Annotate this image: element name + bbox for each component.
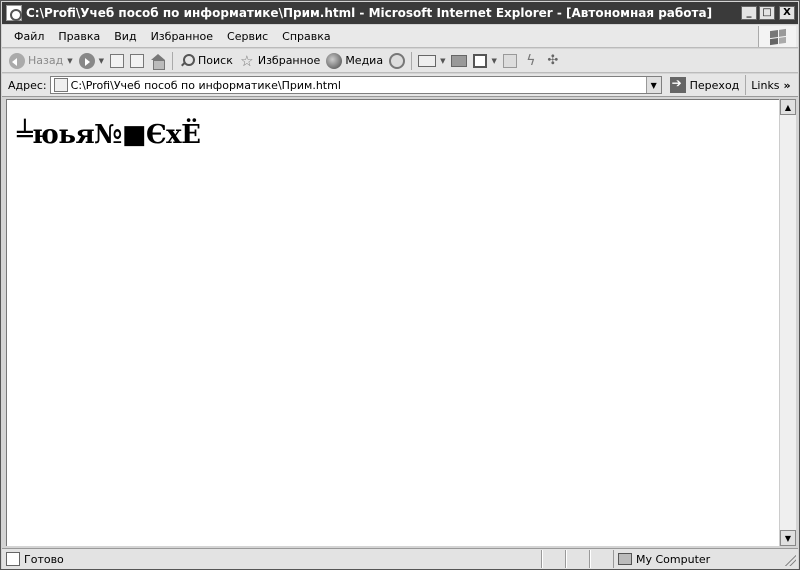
status-bar: Готово My Computer <box>2 548 798 569</box>
back-button[interactable]: Назад ▼ <box>6 51 76 71</box>
links-chevron-icon[interactable]: » <box>784 79 791 92</box>
maximize-button[interactable]: □ <box>759 6 775 20</box>
search-icon <box>179 53 195 69</box>
vertical-scrollbar[interactable]: ▲ ▼ <box>779 99 796 546</box>
page-content[interactable]: ╧юья№■ЄхЁ <box>6 99 779 546</box>
menu-file[interactable]: Файл <box>2 30 51 43</box>
home-icon <box>150 53 166 70</box>
go-button[interactable]: Переход <box>664 75 747 95</box>
address-field[interactable]: ▼ <box>49 76 662 94</box>
menu-view[interactable]: Вид <box>107 30 143 43</box>
forward-arrow-icon <box>78 52 95 69</box>
address-label: Адрес: <box>8 78 47 92</box>
discuss-icon <box>502 53 517 68</box>
edit-button[interactable]: ▼ <box>470 51 499 71</box>
windows-flag-icon <box>769 28 786 45</box>
window-title: C:\Profi\Учеб пособ по информатике\Прим.… <box>26 6 713 20</box>
lightning-icon: ϟ <box>526 52 536 69</box>
menu-tools[interactable]: Сервис <box>220 30 275 43</box>
browser-window: C:\Profi\Учеб пособ по информатике\Прим.… <box>0 0 800 570</box>
title-bar: C:\Profi\Учеб пособ по информатике\Прим.… <box>2 2 798 24</box>
toolbar-separator <box>172 51 173 70</box>
toolbar-separator <box>411 51 413 70</box>
security-zone: My Computer <box>614 550 782 568</box>
edit-icon <box>473 53 488 68</box>
star-icon: ☆ <box>240 51 254 70</box>
search-label: Поиск <box>198 54 233 67</box>
back-dropdown-icon[interactable]: ▼ <box>67 57 72 65</box>
status-cell <box>542 550 566 568</box>
links-button[interactable]: Links » <box>746 79 794 92</box>
window-controls: _ □ X <box>741 6 795 20</box>
address-input[interactable] <box>70 78 646 92</box>
discuss-button[interactable] <box>500 51 520 71</box>
mail-button[interactable]: ▼ <box>415 51 448 71</box>
address-dropdown-icon[interactable]: ▼ <box>645 77 661 93</box>
messenger-button[interactable]: ✣ <box>542 51 564 71</box>
forward-button[interactable]: ▼ <box>76 51 107 71</box>
computer-icon <box>618 553 632 565</box>
page-icon <box>53 78 68 92</box>
history-icon <box>389 52 406 69</box>
minimize-button[interactable]: _ <box>741 6 757 20</box>
back-arrow-icon <box>9 52 25 69</box>
ie-app-icon[interactable] <box>6 5 22 21</box>
mail-dropdown-icon[interactable]: ▼ <box>440 57 445 65</box>
edit-dropdown-icon[interactable]: ▼ <box>491 57 496 65</box>
menu-help[interactable]: Справка <box>275 30 337 43</box>
mail-icon <box>418 54 437 67</box>
menu-favorites[interactable]: Избранное <box>144 30 220 43</box>
status-cell <box>590 550 614 568</box>
scroll-up-icon[interactable]: ▲ <box>780 99 796 115</box>
status-cell <box>566 550 590 568</box>
research-button[interactable]: ϟ <box>520 51 542 71</box>
home-button[interactable] <box>147 51 169 71</box>
links-label: Links <box>751 78 780 92</box>
favorites-button[interactable]: ☆ Избранное <box>236 51 323 71</box>
status-text: Готово <box>24 552 64 566</box>
address-bar: Адрес: ▼ Переход Links » <box>2 74 798 97</box>
print-button[interactable] <box>448 51 470 71</box>
back-label: Назад <box>28 54 64 67</box>
status-main: Готово <box>2 550 542 568</box>
page-status-icon <box>6 552 20 566</box>
resize-grip-icon[interactable] <box>782 552 796 566</box>
print-icon <box>451 54 468 67</box>
zone-label: My Computer <box>636 552 711 566</box>
go-arrow-icon <box>669 76 686 93</box>
windows-logo <box>758 26 796 47</box>
forward-dropdown-icon[interactable]: ▼ <box>99 57 104 65</box>
garbled-heading: ╧юья№■ЄхЁ <box>17 120 201 150</box>
media-icon <box>326 52 343 69</box>
close-button[interactable]: X <box>779 6 795 20</box>
menu-bar: Файл Правка Вид Избранное Сервис Справка <box>2 25 798 48</box>
go-label: Переход <box>689 78 740 92</box>
refresh-icon <box>130 53 144 68</box>
media-label: Медиа <box>345 54 384 67</box>
refresh-button[interactable] <box>127 51 147 71</box>
search-button[interactable]: Поиск <box>176 51 236 71</box>
stop-icon <box>110 53 124 68</box>
stop-button[interactable] <box>107 51 127 71</box>
messenger-icon: ✣ <box>547 52 559 68</box>
history-button[interactable] <box>386 51 408 71</box>
media-button[interactable]: Медиа <box>323 51 386 71</box>
standard-toolbar: Назад ▼ ▼ Поиск ☆ Избранное Медиа ▼ ▼ ϟ … <box>2 49 798 73</box>
menu-edit[interactable]: Правка <box>51 30 107 43</box>
scroll-down-icon[interactable]: ▼ <box>780 530 796 546</box>
favorites-label: Избранное <box>257 54 321 67</box>
